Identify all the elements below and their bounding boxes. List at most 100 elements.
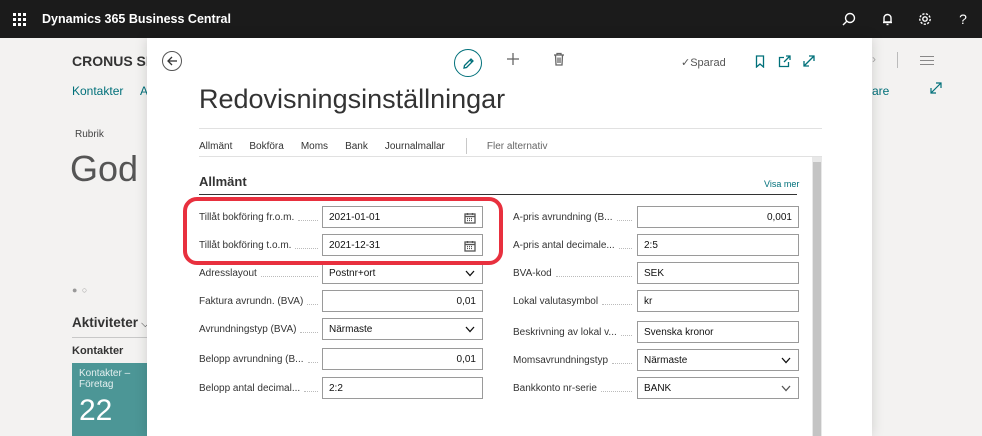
tab-vat[interactable]: Moms <box>301 141 328 152</box>
bank-account-nos-lookup[interactable]: BANK <box>637 377 799 399</box>
tab-journal-templates[interactable]: Journalmallar <box>385 141 445 152</box>
contacts-company-tile[interactable]: Kontakter – Företag 22 <box>72 363 148 436</box>
field-local-currency-description: Beskrivning av lokal v... <box>513 321 638 343</box>
field-value: Närmaste <box>644 354 688 366</box>
nav-link-contacts[interactable]: Kontakter <box>72 84 123 98</box>
expand-icon[interactable] <box>930 82 942 94</box>
divider <box>897 52 898 68</box>
field-address-layout: Adresslayout <box>199 262 324 284</box>
expand-icon[interactable] <box>803 55 815 67</box>
vat-rounding-type-select[interactable]: Närmaste <box>637 349 799 371</box>
field-value: 0,01 <box>456 353 476 365</box>
field-value: 0,01 <box>456 295 476 307</box>
divider <box>465 138 467 154</box>
local-currency-description-input[interactable]: Svenska kronor <box>637 321 799 343</box>
field-invoice-rounding: Faktura avrundn. (BVA) <box>199 290 324 312</box>
headline-caption: Rubrik <box>75 129 104 140</box>
scrollbar-thumb[interactable] <box>813 162 821 436</box>
settings-button[interactable] <box>906 0 944 38</box>
field-label: Beskrivning av lokal v... <box>513 326 617 338</box>
highlight-annotation <box>183 197 503 265</box>
top-bar: Dynamics 365 Business Central ? <box>0 0 982 38</box>
field-label: Avrundningstyp (BVA) <box>199 323 297 335</box>
field-value: 2:2 <box>329 382 343 394</box>
more-options-link[interactable]: Fler alternativ <box>487 141 548 152</box>
bell-icon <box>882 13 892 26</box>
menu-icon[interactable] <box>920 56 934 68</box>
app-title: Dynamics 365 Business Central <box>42 12 231 26</box>
field-value: 0,001 <box>766 211 792 223</box>
pencil-icon <box>462 57 474 69</box>
field-label: Belopp avrundning (B... <box>199 353 304 365</box>
field-value: Närmaste <box>329 323 373 335</box>
address-layout-select[interactable]: Postnr+ort <box>322 262 483 284</box>
lcy-code-input[interactable]: SEK <box>637 262 799 284</box>
field-label: A-pris avrundning (B... <box>513 211 613 223</box>
carousel-dots[interactable]: ● ○ <box>72 285 88 295</box>
tile-value: 22 <box>79 394 113 427</box>
field-lcy-code: BVA-kod <box>513 262 638 284</box>
new-button[interactable] <box>506 52 520 66</box>
divider <box>199 156 822 157</box>
field-amount-decimals: Belopp antal decimal... <box>199 377 324 399</box>
chevron-down-icon <box>465 270 475 277</box>
nav-link-partial-right[interactable]: are <box>872 84 889 98</box>
gear-icon <box>919 13 931 25</box>
saved-status: ✓Sparad <box>681 57 726 69</box>
divider <box>72 337 148 338</box>
chevron-down-icon <box>781 385 791 392</box>
section-title[interactable]: Allmänt <box>199 174 247 189</box>
field-label: Adresslayout <box>199 267 257 279</box>
field-value: Svenska kronor <box>644 326 714 338</box>
app-launcher-button[interactable] <box>0 0 38 38</box>
unit-price-rounding-input[interactable]: 0,001 <box>637 206 799 228</box>
field-value: BANK <box>644 382 672 394</box>
unit-price-decimals-input[interactable]: 2:5 <box>637 234 799 256</box>
field-label: Faktura avrundn. (BVA) <box>199 295 304 307</box>
headline-text: God <box>70 148 139 189</box>
notifications-button[interactable] <box>868 0 906 38</box>
divider <box>199 128 822 129</box>
tab-posting[interactable]: Bokföra <box>249 141 283 152</box>
action-tabs: Allmänt Bokföra Moms Bank Journalmallar … <box>199 138 547 154</box>
field-label: Momsavrundningstyp <box>513 354 609 366</box>
invoice-rounding-input[interactable]: 0,01 <box>322 290 483 312</box>
field-label: Lokal valutasymbol <box>513 295 599 307</box>
amount-rounding-input[interactable]: 0,01 <box>322 348 483 370</box>
page-title: Redovisningsinställningar <box>199 84 506 114</box>
company-name[interactable]: CRONUS SI <box>72 53 150 69</box>
help-icon: ? <box>959 11 967 27</box>
field-label: Belopp antal decimal... <box>199 382 301 394</box>
bookmark-icon[interactable] <box>755 55 765 68</box>
back-button[interactable] <box>162 51 182 71</box>
delete-button[interactable] <box>553 52 565 66</box>
field-value: kr <box>644 295 653 307</box>
field-local-currency-symbol: Lokal valutasymbol <box>513 290 638 312</box>
open-new-window-icon[interactable] <box>778 55 791 68</box>
tile-label: Kontakter – Företag <box>79 368 131 390</box>
help-button[interactable]: ? <box>944 0 982 38</box>
contacts-cue-group-label: Kontakter <box>72 345 124 357</box>
show-more-link[interactable]: Visa mer <box>764 179 799 189</box>
local-currency-symbol-input[interactable]: kr <box>637 290 799 312</box>
field-label: Bankkonto nr-serie <box>513 382 597 394</box>
divider <box>199 194 797 195</box>
field-bank-account-nos: Bankkonto nr-serie <box>513 377 638 399</box>
amount-decimals-input[interactable]: 2:2 <box>322 377 483 399</box>
field-label: A-pris antal decimale... <box>513 239 615 251</box>
field-value: SEK <box>644 267 665 279</box>
field-unit-price-rounding: A-pris avrundning (B... <box>513 206 638 228</box>
waffle-icon <box>12 12 26 26</box>
edit-button[interactable] <box>454 49 482 77</box>
tab-general[interactable]: Allmänt <box>199 141 232 152</box>
field-label: BVA-kod <box>513 267 552 279</box>
search-icon <box>842 12 856 26</box>
field-value: 2:5 <box>644 239 658 251</box>
arrow-left-icon <box>166 56 177 66</box>
tab-bank[interactable]: Bank <box>345 141 368 152</box>
field-unit-price-decimals: A-pris antal decimale... <box>513 234 638 256</box>
chevron-down-icon <box>781 357 791 364</box>
rounding-type-select[interactable]: Närmaste <box>322 318 483 340</box>
search-button[interactable] <box>830 0 868 38</box>
activities-heading[interactable]: Aktiviteter ⌵ <box>72 315 149 331</box>
